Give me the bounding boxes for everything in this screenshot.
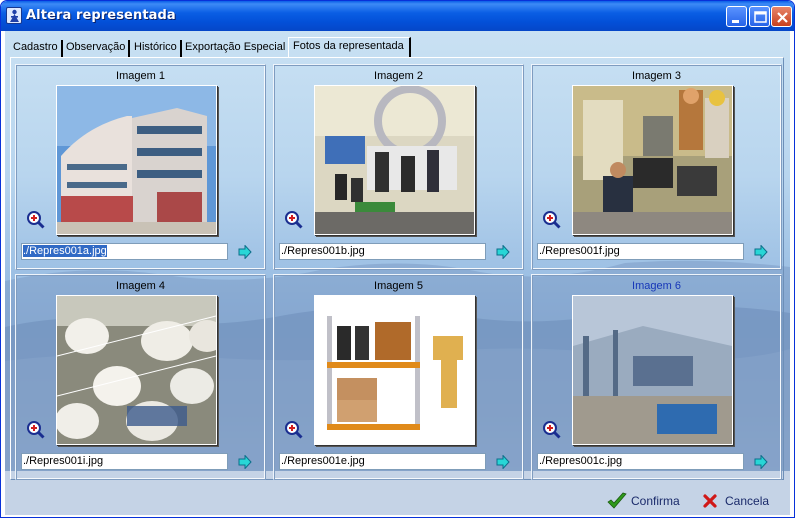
arrow-right-icon[interactable] xyxy=(238,245,252,259)
confirm-label: Confirma xyxy=(631,494,680,508)
magnifier-plus-icon[interactable] xyxy=(27,421,45,439)
image-panel-4: Imagem 4 ./Repres001i.jpg xyxy=(15,274,266,480)
magnifier-plus-icon[interactable] xyxy=(285,211,303,229)
arrow-right-icon[interactable] xyxy=(754,245,768,259)
cancel-label: Cancela xyxy=(725,494,770,508)
photo-warehouse-interior[interactable] xyxy=(572,295,733,445)
image-label: Imagem 1 xyxy=(116,70,165,82)
image-label: Imagem 4 xyxy=(116,280,165,292)
maximize-button[interactable] xyxy=(749,6,770,27)
image-label: Imagem 3 xyxy=(632,70,681,82)
arrow-right-icon[interactable] xyxy=(496,245,510,259)
photo-textile-yarn-spools[interactable] xyxy=(56,295,217,445)
image-label: Imagem 2 xyxy=(374,70,423,82)
image-file-input[interactable]: ./Repres001e.jpg xyxy=(279,453,486,470)
image-panel-2: Imagem 2 ./Repres001b.jpg xyxy=(273,64,524,270)
tab-cadastro[interactable]: Cadastro xyxy=(13,40,63,57)
arrow-right-icon[interactable] xyxy=(238,455,252,469)
magnifier-plus-icon[interactable] xyxy=(543,421,561,439)
image-file-input[interactable]: ./Repres001a.jpg xyxy=(21,243,228,260)
arrow-right-icon[interactable] xyxy=(496,455,510,469)
tab-historico[interactable]: Histórico xyxy=(134,40,182,57)
window-title: Altera representada xyxy=(26,8,176,23)
image-panel-1: Imagem 1 ./Repres001a.jpg xyxy=(15,64,266,270)
x-icon xyxy=(703,494,717,508)
tab-observacao[interactable]: Observação xyxy=(66,40,131,57)
dialog-client-area: Cadastro Observação Histórico Exportação… xyxy=(5,31,790,515)
magnifier-plus-icon[interactable] xyxy=(27,211,45,229)
photo-factory-control-room[interactable] xyxy=(572,85,733,235)
minimize-button[interactable] xyxy=(726,6,747,27)
tab-fotos-da-representada[interactable]: Fotos da representada xyxy=(288,37,411,58)
image-file-input[interactable]: ./Repres001i.jpg xyxy=(21,453,228,470)
image-file-input[interactable]: ./Repres001c.jpg xyxy=(537,453,744,470)
app-icon[interactable] xyxy=(6,7,22,24)
image-file-input[interactable]: ./Repres001b.jpg xyxy=(279,243,486,260)
photo-office-building[interactable] xyxy=(56,85,217,235)
photo-pallet-rack[interactable] xyxy=(314,295,475,445)
image-panel-6: Imagem 6 ./Repres001c.jpg xyxy=(531,274,782,480)
tab-exportacao-especial[interactable]: Exportação Especial xyxy=(185,40,285,57)
checkmark-icon xyxy=(607,492,627,509)
image-panel-5: Imagem 5 ./Repres001e.jpg xyxy=(273,274,524,480)
image-file-input[interactable]: ./Repres001f.jpg xyxy=(537,243,744,260)
title-bar[interactable]: Altera representada xyxy=(1,1,794,31)
image-panel-3: Imagem 3 ./Repres001f.jpg xyxy=(531,64,782,270)
image-label: Imagem 5 xyxy=(374,280,423,292)
close-button[interactable] xyxy=(771,6,792,27)
magnifier-plus-icon[interactable] xyxy=(543,211,561,229)
window: Altera representada Cadastro Observação … xyxy=(0,0,795,518)
magnifier-plus-icon[interactable] xyxy=(285,421,303,439)
image-label: Imagem 6 xyxy=(632,280,681,292)
arrow-right-icon[interactable] xyxy=(754,455,768,469)
photo-exhibition-stand[interactable] xyxy=(314,85,475,235)
